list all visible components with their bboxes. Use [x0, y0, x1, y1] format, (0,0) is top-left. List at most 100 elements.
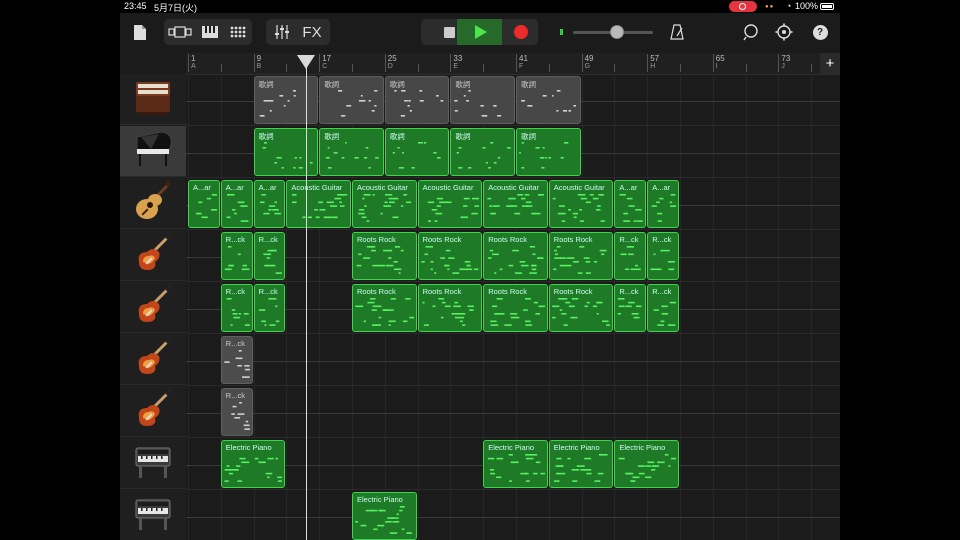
track-header-electric-guitar[interactable]	[120, 230, 186, 281]
region[interactable]: Acoustic Guitar	[352, 180, 417, 228]
region-notes	[224, 402, 251, 432]
document-icon[interactable]	[128, 20, 152, 44]
region[interactable]: R...ck	[253, 232, 286, 280]
ruler-section-letter: C	[322, 63, 328, 70]
region[interactable]: R...ck	[220, 336, 253, 384]
region-notes	[421, 298, 480, 328]
wifi-icon: ◔	[786, 1, 792, 11]
region[interactable]: A...ar	[188, 180, 220, 228]
region[interactable]: R...ck	[253, 284, 286, 332]
region-label: R...ck	[225, 339, 245, 348]
region-label: Roots Rock	[553, 287, 593, 296]
region[interactable]: Acoustic Guitar	[548, 180, 614, 228]
track-view-icon[interactable]	[166, 20, 194, 44]
add-section-button[interactable]: +	[820, 53, 840, 74]
region[interactable]: A...ar	[647, 180, 679, 228]
region[interactable]: Electric Piano	[220, 440, 286, 488]
track-lane[interactable]	[186, 490, 840, 540]
track-header-electric-guitar[interactable]	[120, 386, 186, 437]
track-header-electric-piano[interactable]	[120, 438, 186, 489]
region[interactable]: A...ar	[614, 180, 647, 228]
ruler-tick	[188, 54, 189, 72]
grid-icon[interactable]	[225, 20, 251, 44]
region[interactable]: Roots Rock	[483, 232, 548, 280]
region-label: R...ck	[225, 287, 245, 296]
region[interactable]: Acoustic Guitar	[417, 180, 483, 228]
region[interactable]: Roots Rock	[483, 284, 548, 332]
track-header-electric-guitar[interactable]	[120, 334, 186, 385]
region-label: R...ck	[258, 287, 278, 296]
region-label: R...ck	[619, 287, 639, 296]
region[interactable]: Roots Rock	[548, 232, 614, 280]
track-header-acoustic-guitar[interactable]	[120, 178, 186, 229]
region[interactable]: R...ck	[614, 284, 647, 332]
region[interactable]: 歌詞	[384, 76, 450, 124]
region-label: Roots Rock	[422, 235, 462, 244]
loop-icon[interactable]	[739, 20, 763, 44]
screen-record-indicator-icon[interactable]	[729, 1, 757, 12]
help-icon[interactable]: ?	[808, 20, 832, 44]
region-label: Roots Rock	[422, 287, 462, 296]
region[interactable]: A...ar	[253, 180, 286, 228]
region[interactable]: R...ck	[614, 232, 647, 280]
region-label: Acoustic Guitar	[488, 183, 540, 192]
timeline-ruler[interactable]: 1 A 9 B 17 C 25 D 33 E 41 F 49 G 57 H 65 I 73 J	[186, 53, 840, 75]
region-label: R...ck	[258, 235, 278, 244]
region[interactable]: Acoustic Guitar	[483, 180, 548, 228]
settings-icon[interactable]	[772, 20, 796, 44]
track-lanes: 歌詞 歌詞 歌詞 歌詞 歌詞 歌詞 歌詞 歌詞 歌詞 歌詞 A...ar A...ar A...ar Ac…	[186, 74, 840, 540]
ruler-tick	[450, 54, 452, 72]
region[interactable]: A...ar	[220, 180, 253, 228]
mixer-icon[interactable]	[269, 20, 295, 44]
region[interactable]: Electric Piano	[352, 492, 417, 540]
ruler-section-letter: E	[453, 63, 459, 70]
region[interactable]: 歌詞	[516, 76, 581, 124]
region[interactable]: 歌詞	[384, 128, 450, 176]
playhead-line	[306, 57, 308, 540]
ruler-bar-number: 33	[453, 54, 463, 63]
region[interactable]: 歌詞	[253, 128, 319, 176]
region[interactable]: R...ck	[220, 284, 253, 332]
track-lane[interactable]	[186, 334, 840, 386]
region[interactable]: 歌詞	[319, 76, 384, 124]
track-header-grand-piano[interactable]	[120, 126, 186, 177]
master-volume-knob[interactable]	[610, 25, 624, 39]
region-notes	[519, 142, 578, 172]
region-label: R...ck	[225, 391, 245, 400]
level-meter	[560, 29, 563, 35]
region[interactable]: R...ck	[647, 232, 679, 280]
region[interactable]: 歌詞	[319, 128, 384, 176]
track-header-organ[interactable]	[120, 74, 186, 125]
region[interactable]: 歌詞	[450, 128, 515, 176]
region-label: Roots Rock	[553, 235, 593, 244]
region[interactable]: Roots Rock	[352, 232, 417, 280]
region[interactable]: R...ck	[220, 388, 253, 436]
track-header-electric-piano[interactable]	[120, 490, 186, 540]
region[interactable]: Electric Piano	[548, 440, 614, 488]
region[interactable]: Roots Rock	[548, 284, 614, 332]
region[interactable]: 歌詞	[450, 76, 515, 124]
help-label: ?	[812, 24, 828, 40]
region-notes	[486, 454, 546, 484]
region-notes	[650, 194, 677, 224]
keyboard-icon[interactable]	[197, 20, 223, 44]
region[interactable]: 歌詞	[516, 128, 581, 176]
record-icon[interactable]	[504, 21, 538, 43]
lane-center-line	[186, 361, 840, 362]
region[interactable]: Electric Piano	[483, 440, 548, 488]
region[interactable]: Electric Piano	[614, 440, 679, 488]
metronome-icon[interactable]	[666, 20, 688, 44]
region[interactable]: R...ck	[647, 284, 679, 332]
region-notes	[388, 142, 447, 172]
region[interactable]: Roots Rock	[352, 284, 417, 332]
play-icon[interactable]	[457, 19, 502, 45]
region-label: 歌詞	[258, 80, 274, 89]
track-header-electric-guitar[interactable]	[120, 282, 186, 333]
region[interactable]: 歌詞	[253, 76, 319, 124]
region[interactable]: Acoustic Guitar	[286, 180, 351, 228]
region[interactable]: Roots Rock	[417, 232, 483, 280]
region[interactable]: R...ck	[220, 232, 253, 280]
region[interactable]: Roots Rock	[417, 284, 483, 332]
track-lane[interactable]	[186, 386, 840, 438]
fx-button[interactable]: FX	[297, 20, 327, 44]
